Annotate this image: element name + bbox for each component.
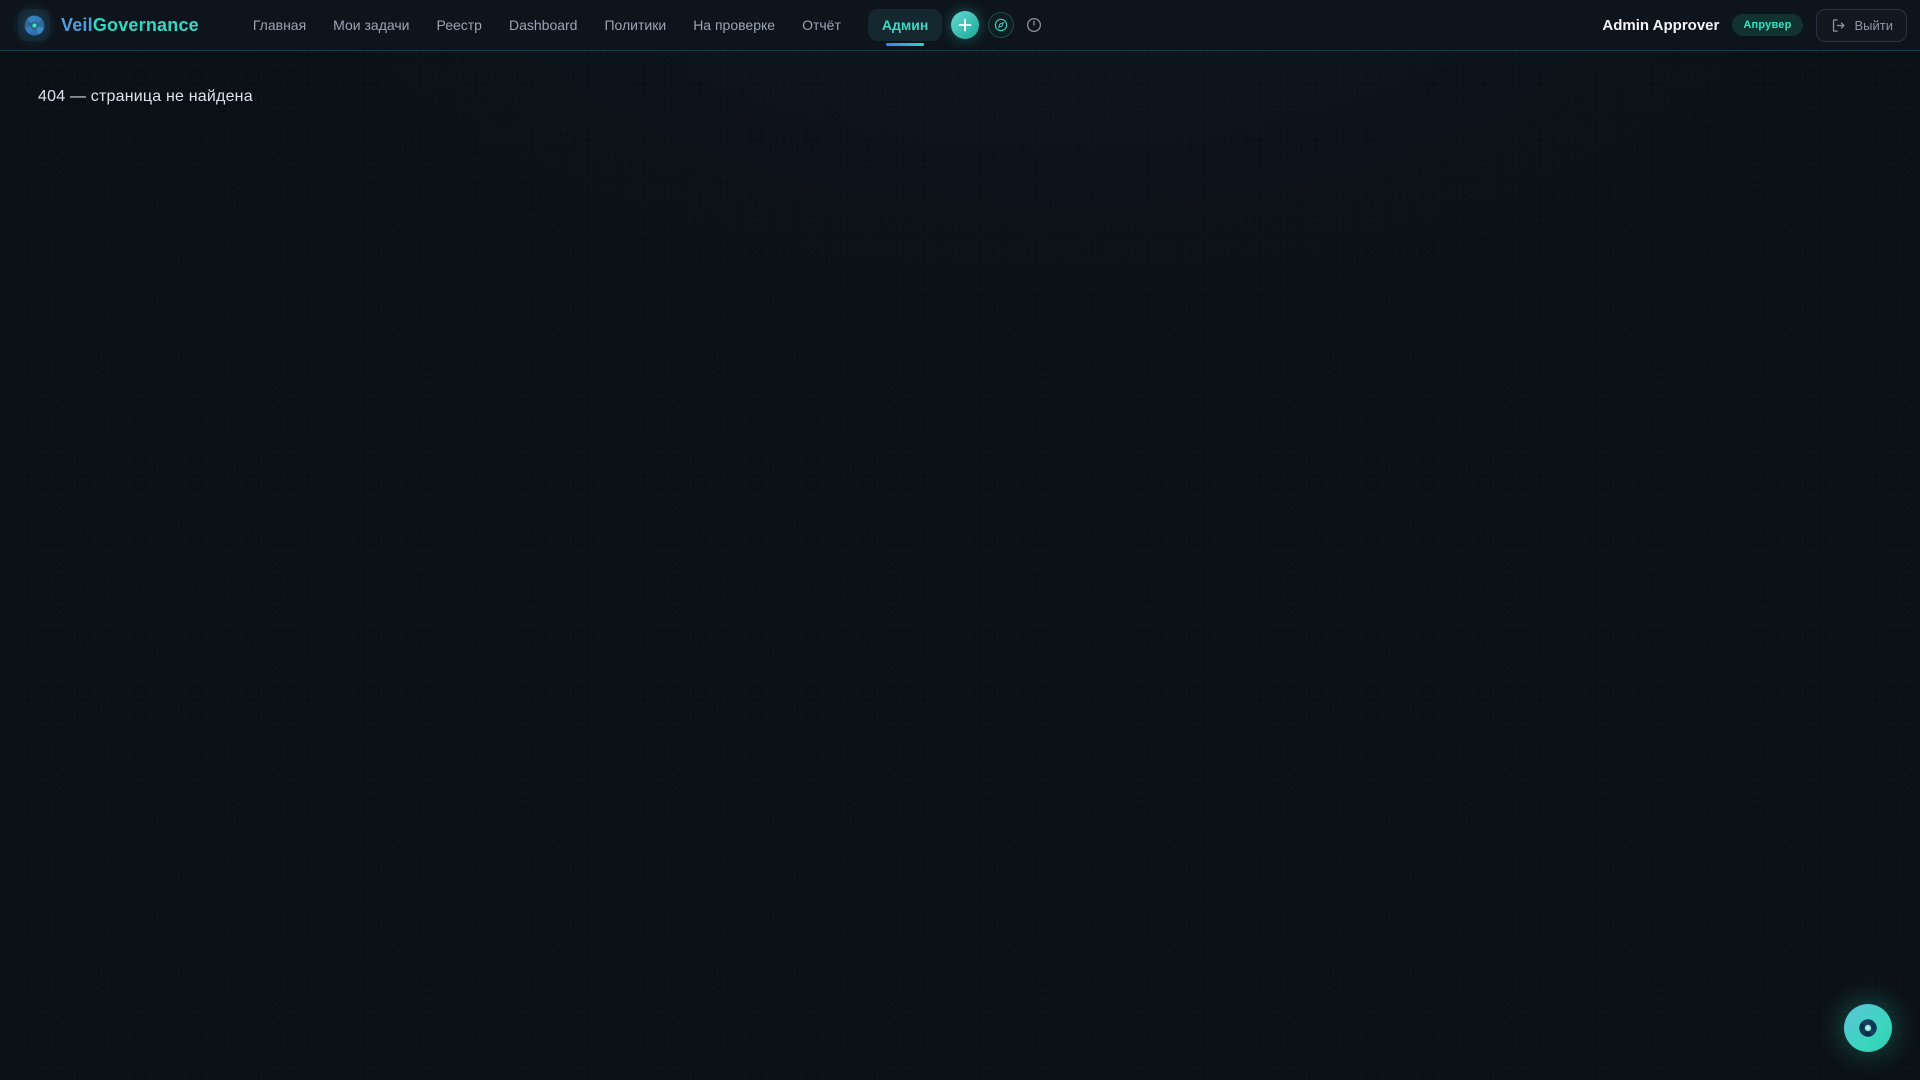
nav-item-in-review[interactable]: На проверке bbox=[693, 17, 775, 33]
brand-name: VeilGovernance bbox=[61, 15, 199, 36]
brand-name-primary: Veil bbox=[61, 15, 93, 35]
add-button[interactable] bbox=[951, 11, 979, 39]
clock-icon bbox=[1025, 16, 1043, 34]
nav-item-admin[interactable]: Админ bbox=[868, 9, 942, 41]
plus-icon bbox=[958, 18, 972, 32]
fab-button[interactable] bbox=[1844, 1004, 1892, 1052]
nav-item-dashboard[interactable]: Dashboard bbox=[509, 17, 578, 33]
logout-icon bbox=[1830, 17, 1847, 34]
logout-label: Выйти bbox=[1855, 18, 1894, 33]
brand-name-secondary: Governance bbox=[93, 15, 199, 35]
user-name: Admin Approver bbox=[1602, 17, 1719, 34]
nav-item-home[interactable]: Главная bbox=[253, 17, 306, 33]
clock-button[interactable] bbox=[1023, 14, 1045, 36]
active-tab-underline bbox=[886, 43, 924, 46]
logout-button[interactable]: Выйти bbox=[1816, 9, 1908, 42]
fab-aperture-icon bbox=[1857, 1017, 1879, 1039]
brand-logo-icon bbox=[18, 9, 50, 41]
nav-item-registry[interactable]: Реестр bbox=[436, 17, 482, 33]
compass-icon bbox=[993, 17, 1009, 33]
brand[interactable]: VeilGovernance bbox=[18, 9, 199, 41]
header-icon-buttons bbox=[951, 11, 1045, 39]
main-nav: Главная Мои задачи Реестр Dashboard Поли… bbox=[253, 9, 942, 41]
role-badge: Апрувер bbox=[1732, 14, 1802, 36]
nav-item-report[interactable]: Отчёт bbox=[802, 17, 841, 33]
main-content: 404 — страница не найдена bbox=[0, 51, 1920, 143]
nav-item-policies[interactable]: Политики bbox=[604, 17, 666, 33]
compass-button[interactable] bbox=[988, 12, 1014, 38]
nav-item-admin-label: Админ bbox=[882, 17, 928, 33]
user-area: Admin Approver Апрувер Выйти bbox=[1602, 9, 1907, 42]
nav-item-my-tasks[interactable]: Мои задачи bbox=[333, 17, 409, 33]
error-404-message: 404 — страница не найдена bbox=[38, 88, 1882, 106]
header: VeilGovernance Главная Мои задачи Реестр… bbox=[0, 0, 1920, 51]
